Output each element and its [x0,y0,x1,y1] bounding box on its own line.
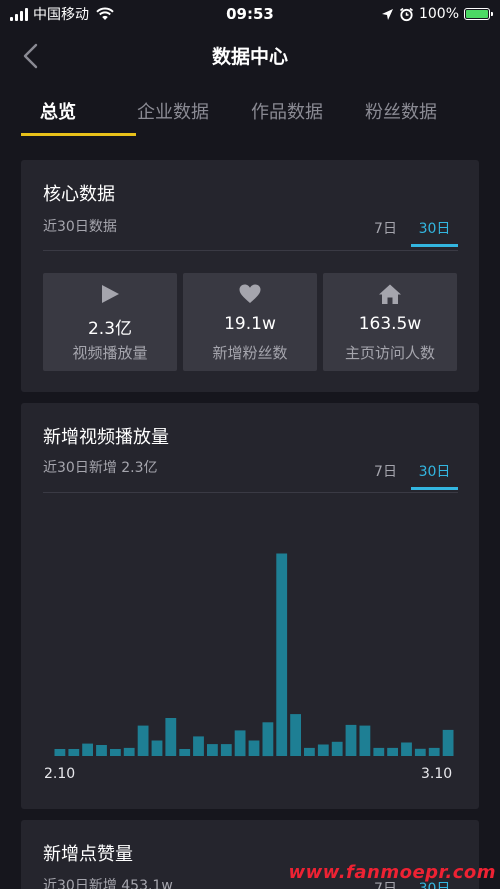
likes-chart-subtitle: 近30日新增 453.1w [43,878,173,889]
play-icon [102,285,119,303]
chart-bar [193,736,204,756]
chart-bar [401,742,412,756]
status-bar: 中国移动 09:53 100% [0,0,500,28]
chart-bar [414,748,426,756]
stat-label: 新增粉丝数 [212,344,288,362]
stat-value: 19.1w [224,314,276,334]
chart-bar [220,744,232,756]
status-right: 100% [381,5,493,23]
chart-bar [290,714,301,756]
chart-bar [165,718,177,756]
chart-bar [442,729,454,756]
heart-icon [239,284,261,303]
chart-bar [373,747,385,756]
chart-bar [331,741,343,756]
chart-bar [68,749,80,756]
video-plays-chart-card: 新增视频播放量 近30日新增 2.3亿 7日 30日 2.10 3.10 [21,403,479,809]
app-screen: 中国移动 09:53 100% 数据中心 总览 企业数据 作品数据 粉丝数据 核… [0,0,500,889]
core-period-switch: 7日 30日 [362,218,458,247]
tab-works-data[interactable]: 作品数据 [230,88,344,140]
chart-bar [276,553,288,756]
stat-label: 视频播放量 [72,344,148,362]
chart-bar [179,749,191,756]
period-7-days-option[interactable]: 7日 [362,218,409,238]
stat-video-plays[interactable]: 2.3亿 视频播放量 [43,273,177,371]
chart-bar [137,725,149,756]
likes-chart-title: 新增点赞量 [43,844,133,865]
tab-enterprise-data[interactable]: 企业数据 [116,88,230,140]
chart-bar [387,747,398,756]
chart-bar [317,744,329,756]
views-bar-chart [54,553,454,757]
battery-percent: 100% [418,6,459,22]
tab-bar: 总览 企业数据 作品数据 粉丝数据 [0,88,500,140]
core-data-subtitle: 近30日数据 [43,219,117,235]
home-icon [379,284,401,304]
stat-value: 163.5w [358,314,422,334]
divider [43,250,458,251]
chart-bar [54,749,66,756]
stat-value: 2.3亿 [87,319,133,339]
stat-profile-visitors[interactable]: 163.5w 主页访问人数 [323,273,457,371]
alarm-clock-icon [399,7,413,21]
stat-tiles: 2.3亿 视频播放量 19.1w 新增粉丝数 163.5w 主页访问人数 [43,273,457,371]
stat-new-fans[interactable]: 19.1w 新增粉丝数 [183,273,317,371]
stat-label: 主页访问人数 [344,344,435,362]
chart-bar [262,722,274,757]
chart-bar [234,730,246,757]
tab-fans-data[interactable]: 粉丝数据 [344,88,458,140]
x-axis-start-label: 2.10 [44,766,76,782]
navigation-bar: 数据中心 [0,30,500,82]
chart-bar [304,747,315,756]
chart-bar [207,744,218,756]
watermark: www.fanmoepr.com [288,862,496,883]
page-title: 数据中心 [211,46,288,68]
chart-bar [82,743,93,756]
chart-bar [123,747,135,756]
period-30-days-option[interactable]: 30日 [411,218,458,247]
battery-icon [464,8,493,20]
location-arrow-icon [381,8,393,20]
x-axis-end-label: 3.10 [421,766,453,782]
chart-bar [248,740,260,756]
core-data-title: 核心数据 [43,184,115,205]
chart-bar [151,740,163,756]
chart-bar [345,724,357,756]
chart-bar [359,725,371,756]
tab-overview[interactable]: 总览 [0,88,136,140]
core-data-card: 核心数据 近30日数据 7日 30日 2.3亿 视频播放量 19.1w 新增粉丝… [21,160,479,392]
chart-bar [428,747,440,756]
chart-bar [96,745,107,756]
chart-bar [110,749,121,756]
